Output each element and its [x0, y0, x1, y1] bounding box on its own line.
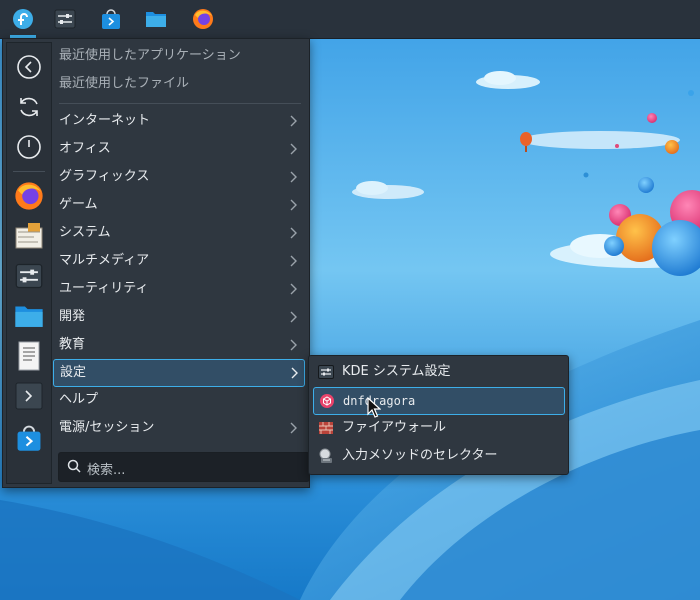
fedora-launcher-icon [13, 9, 33, 29]
chevron-right-icon [290, 255, 297, 267]
back-button[interactable] [12, 50, 46, 84]
menu-category-multimedia[interactable]: マルチメディア [53, 248, 303, 274]
menu-item-label: 教育 [59, 337, 86, 352]
settings-submenu: KDE システム設定 dnfdragora ファイアウォール 入力メソッドのセレ… [308, 355, 569, 475]
discover-store-icon [17, 425, 41, 451]
menu-item-label: 開発 [59, 309, 86, 324]
taskbar-file-manager[interactable] [141, 4, 171, 34]
package-icon [320, 394, 334, 408]
favorite-mail[interactable] [12, 219, 46, 253]
menu-help[interactable]: ヘルプ [53, 387, 303, 413]
firefox-icon [15, 182, 43, 210]
chevron-right-icon [290, 143, 297, 155]
chevron-right-icon [290, 339, 297, 351]
firewall-icon [319, 422, 333, 434]
favorite-firefox[interactable] [12, 179, 46, 213]
system-settings-icon [54, 9, 76, 29]
submenu-item-label: ファイアウォール [342, 420, 447, 435]
chevron-right-icon [290, 283, 297, 295]
submenu-item-firewall[interactable]: ファイアウォール [313, 415, 563, 441]
menu-category-office[interactable]: オフィス [53, 136, 303, 162]
search-input[interactable]: 検索... [58, 452, 310, 482]
chevron-right-icon [290, 311, 297, 323]
menu-category-utilities[interactable]: ユーティリティ [53, 276, 303, 302]
menu-category-games[interactable]: ゲーム [53, 192, 303, 218]
taskbar-discover[interactable] [96, 4, 126, 34]
favorite-discover[interactable] [12, 421, 46, 455]
taskbar-system-settings[interactable] [50, 4, 80, 34]
restart-icon [20, 97, 38, 117]
search-placeholder: 検索... [87, 463, 126, 478]
menu-item-label: 最近使用したファイル [59, 76, 190, 91]
firefox-icon [193, 9, 213, 29]
chevron-right-icon [290, 115, 297, 127]
back-icon [17, 55, 41, 79]
menu-category-graphics[interactable]: グラフィックス [53, 164, 303, 190]
menu-category-development[interactable]: 開発 [53, 304, 303, 330]
menu-separator [59, 103, 301, 104]
menu-item-label: ユーティリティ [59, 281, 149, 296]
chevron-right-icon [290, 227, 297, 239]
menu-category-settings[interactable]: 設定 [53, 359, 305, 387]
menu-category-system[interactable]: システム [53, 220, 303, 246]
menu-item-label: システム [59, 225, 111, 240]
chevron-right-icon [290, 171, 297, 183]
menu-item-label: ゲーム [59, 197, 98, 212]
menu-recent-files[interactable]: 最近使用したファイル [53, 71, 303, 97]
favorite-system-settings[interactable] [12, 259, 46, 293]
discover-store-icon [102, 9, 120, 29]
dolphin-folder-icon [15, 306, 43, 327]
taskbar-firefox[interactable] [188, 4, 218, 34]
restart-button[interactable] [12, 90, 46, 124]
application-menu: 最近使用したアプリケーション 最近使用したファイル インターネット オフィス グ… [2, 38, 310, 488]
menu-category-education[interactable]: 教育 [53, 332, 303, 358]
menu-item-label: マルチメディア [59, 253, 150, 268]
system-settings-icon [15, 263, 43, 289]
sidebar-separator [13, 171, 45, 172]
text-document-icon [18, 341, 40, 371]
settings-sliders-icon [318, 365, 334, 379]
top-panel [0, 0, 700, 38]
menu-item-label: ヘルプ [59, 392, 99, 407]
menu-item-label: 設定 [60, 365, 87, 380]
application-launcher-button[interactable] [8, 4, 38, 38]
terminal-icon [15, 382, 43, 410]
chevron-right-icon [290, 422, 297, 434]
menu-item-label: 電源/セッション [59, 420, 155, 435]
submenu-item-dnfdragora[interactable]: dnfdragora [313, 387, 565, 415]
favorites-sidebar [6, 42, 52, 484]
power-icon [17, 135, 41, 159]
favorite-text-editor[interactable] [12, 339, 46, 373]
submenu-item-label: KDE システム設定 [342, 364, 451, 379]
menu-item-label: グラフィックス [59, 169, 150, 184]
menu-power-session[interactable]: 電源/セッション [53, 415, 303, 441]
submenu-item-kde-settings[interactable]: KDE システム設定 [313, 359, 563, 385]
input-method-icon [319, 448, 332, 463]
menu-item-label: オフィス [59, 141, 111, 156]
submenu-item-input-method[interactable]: 入力メソッドのセレクター [313, 443, 563, 469]
menu-item-label: 最近使用したアプリケーション [59, 48, 241, 63]
submenu-item-label: 入力メソッドのセレクター [342, 448, 498, 463]
menu-category-internet[interactable]: インターネット [53, 108, 303, 134]
mouse-pointer-icon [367, 397, 381, 418]
chevron-right-icon [290, 199, 297, 211]
chevron-right-icon [291, 367, 298, 379]
menu-item-label: インターネット [59, 113, 151, 128]
menu-recent-applications[interactable]: 最近使用したアプリケーション [53, 43, 303, 69]
dolphin-folder-icon [146, 12, 166, 27]
favorite-terminal[interactable] [12, 379, 46, 413]
favorite-file-manager[interactable] [12, 299, 46, 333]
search-icon [67, 459, 81, 473]
shutdown-button[interactable] [12, 130, 46, 164]
mail-client-icon [15, 223, 43, 249]
